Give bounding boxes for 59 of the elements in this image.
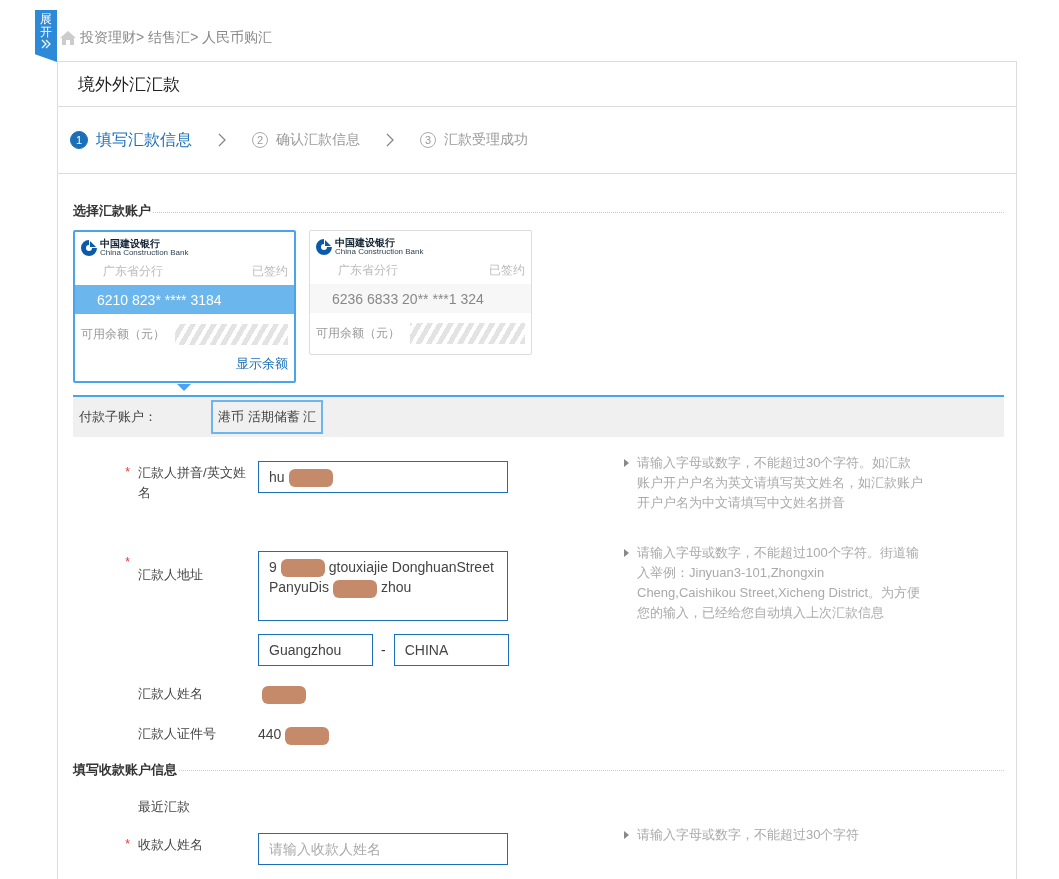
signed-status: 已签约 bbox=[489, 262, 525, 279]
balance-label: 可用余额（元） bbox=[316, 325, 400, 342]
chevron-right-icon bbox=[218, 133, 226, 147]
triangle-icon bbox=[624, 830, 629, 839]
bank-logo-icon bbox=[81, 240, 97, 256]
redaction-blur bbox=[332, 579, 377, 598]
sub-account-option[interactable]: 港币 活期储蓄 汇 bbox=[211, 400, 324, 434]
input-field[interactable]: Guangzhou bbox=[258, 634, 373, 666]
section-title: 填写收款账户信息 bbox=[73, 760, 177, 779]
field-label: 汇款人姓名 bbox=[138, 685, 204, 703]
required-asterisk: * bbox=[125, 465, 130, 479]
branch-name: 广东省分行 bbox=[338, 262, 398, 279]
bank-name-en: China Construction Bank bbox=[100, 249, 189, 257]
home-icon[interactable] bbox=[60, 31, 76, 45]
bank-name: 中国建设银行 bbox=[100, 239, 160, 249]
triangle-icon bbox=[624, 549, 629, 557]
bank-name-en: China Construction Bank bbox=[335, 248, 424, 256]
input-field[interactable]: hu bbox=[258, 461, 508, 494]
field-label: 汇款人拼音/英文姓名 bbox=[138, 464, 247, 502]
sub-account-label: 付款子账户： bbox=[79, 408, 157, 426]
breadcrumb-link[interactable]: 投资理财> bbox=[80, 29, 145, 47]
breadcrumb-link[interactable]: 结售汇> bbox=[148, 29, 199, 47]
step-indicator: 1 填写汇款信息 bbox=[70, 129, 192, 151]
account-card[interactable]: 中国建设银行 China Construction Bank 广东省分行 已签约 6236 6833 20** ***1 324 可用余额（元） bbox=[309, 230, 532, 355]
textarea-field[interactable]: 9 gtouxiajie DonghuanStreet PanyuDis zhou bbox=[258, 551, 508, 621]
input-field[interactable]: CHINA bbox=[393, 634, 509, 666]
breadcrumb-link[interactable]: 人民币购汇 bbox=[202, 29, 273, 47]
double-chevron-icon bbox=[41, 39, 51, 50]
section-title: 选择汇款账户 bbox=[73, 202, 151, 220]
hint-text: 请输入字母或数字，不能超过30个字符 bbox=[637, 825, 860, 844]
field-label: 汇款人证件号 bbox=[138, 725, 217, 744]
step-indicator: 2 确认汇款信息 bbox=[252, 131, 360, 149]
step-indicator: 3 汇款受理成功 bbox=[420, 131, 528, 149]
required-asterisk: * bbox=[125, 836, 130, 851]
signed-status: 已签约 bbox=[252, 263, 288, 280]
field-value: 440 bbox=[258, 726, 282, 743]
triangle-icon bbox=[624, 459, 629, 467]
redaction-blur bbox=[285, 726, 330, 745]
hint-text: 请输入字母或数字，不能超过100个字符。街道输入举例：Jinyuan3-101,Zhongxin Cheng,Caishikou Street,Xicheng District。为方便您的输入，已经给您自动填入上次汇款信息 bbox=[637, 544, 922, 622]
hint-text: 请输入字母或数字，不能超过30个字符。如汇款账户开户户名为英文请填写英文姓名，如汇款账户开户户名为中文请填写中文姓名拼音 bbox=[637, 454, 924, 512]
redaction-blur bbox=[262, 686, 306, 705]
separator-dash: - bbox=[381, 642, 386, 658]
page-title: 境外外汇汇款 bbox=[78, 73, 180, 96]
redaction-blur bbox=[288, 469, 333, 488]
show-balance-link[interactable]: 显示余额 bbox=[236, 356, 288, 371]
branch-name: 广东省分行 bbox=[103, 263, 163, 280]
redaction-blur bbox=[280, 559, 325, 578]
account-number: 6236 6833 20** ***1 324 bbox=[332, 290, 484, 307]
account-number: 6210 823* **** 3184 bbox=[97, 291, 222, 308]
bank-name: 中国建设银行 bbox=[335, 238, 395, 248]
field-label: 汇款人地址 bbox=[138, 566, 204, 584]
input-field[interactable]: 请输入收款人姓名 bbox=[258, 832, 508, 865]
field-label: 收款人姓名 bbox=[138, 835, 204, 854]
field-label: 最近汇款 bbox=[138, 797, 191, 816]
balance-label: 可用余额（元） bbox=[81, 326, 165, 343]
expand-tab[interactable]: 展开 bbox=[35, 10, 57, 62]
bank-logo-icon bbox=[316, 239, 332, 255]
chevron-right-icon bbox=[386, 133, 394, 147]
required-asterisk: * bbox=[125, 555, 130, 569]
